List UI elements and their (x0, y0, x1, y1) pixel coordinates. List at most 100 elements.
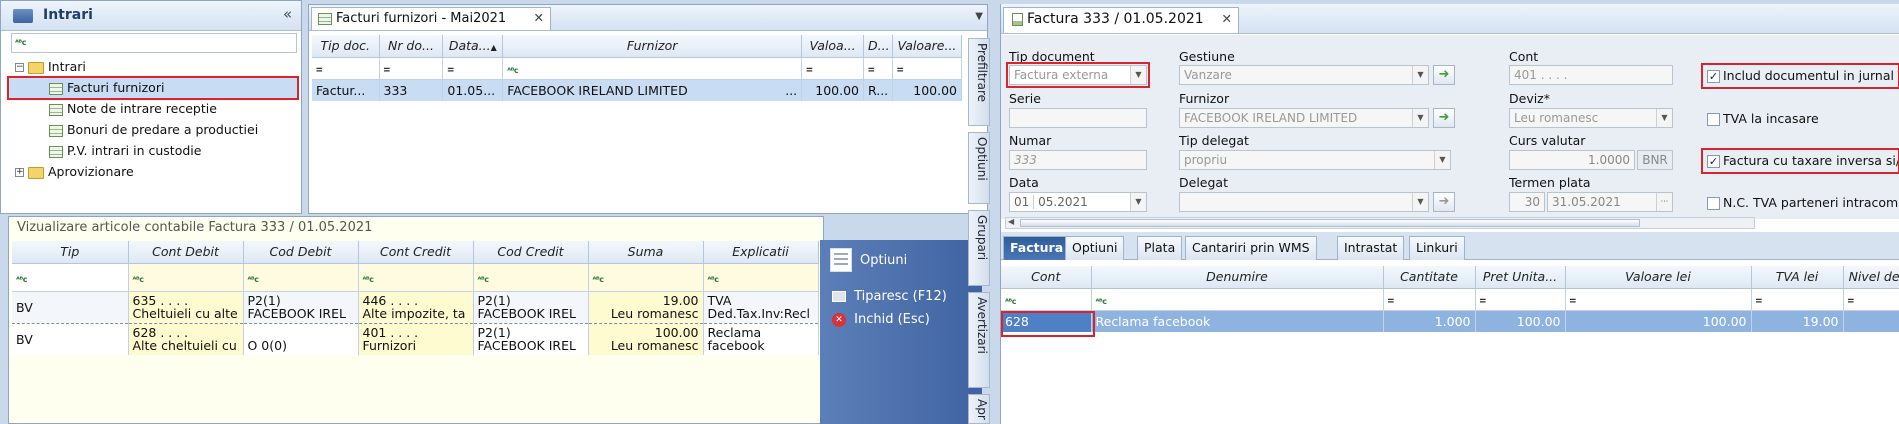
tab-cantariri[interactable]: Cantariri prin WMS (1185, 236, 1317, 260)
filter-cell[interactable]: ᴬᴮc (588, 263, 704, 292)
filter-cell[interactable]: ᴬᴮc (703, 263, 819, 292)
filter-cell[interactable]: ᴬᴮc (128, 263, 244, 292)
filter-cell[interactable]: = (442, 57, 504, 80)
deviz-select[interactable]: Leu romanesc ▼ (1509, 108, 1673, 128)
collapse-node-icon[interactable]: − (15, 63, 24, 72)
table-row[interactable]: 628 Reclama facebook 1.000 100.00 100.00… (1001, 310, 1899, 332)
col-furnizor[interactable]: Furnizor (502, 35, 803, 58)
col-valoare[interactable]: Valoa... (801, 35, 864, 58)
tree-item-pv-custodie[interactable]: P.V. intrari in custodie (49, 141, 201, 161)
filter-cell[interactable]: = (1475, 288, 1566, 311)
filter-cell[interactable]: = (1565, 288, 1752, 311)
filter-cell[interactable]: ᴬᴮc (502, 57, 803, 80)
options-button[interactable]: Optiuni (830, 248, 978, 278)
tree-item-note-intrare[interactable]: Note de intrare receptie (49, 99, 217, 119)
ellipsis-icon[interactable]: ··· (1656, 193, 1672, 211)
filter-cell[interactable]: ᴬᴮc (12, 263, 129, 292)
table-row[interactable]: BV 628 . . . . Alte cheltuieli cu O 0(0) … (12, 323, 819, 355)
scroll-left-icon[interactable]: ◀ (1008, 217, 1014, 226)
col-explicatii[interactable]: Explicatii (703, 241, 819, 264)
gestiune-select[interactable]: Vanzare ▼ (1179, 65, 1429, 85)
tab-factura-details[interactable]: Factura (1003, 236, 1071, 260)
tab-plata[interactable]: Plata (1137, 236, 1183, 260)
col-valoare-2[interactable]: Valoare... (892, 35, 963, 58)
curs-valutar-field[interactable]: 1.0000 (1509, 150, 1635, 170)
data-field[interactable]: 01 05.2021 ▼ (1009, 192, 1147, 212)
filter-cell[interactable]: = (863, 57, 893, 80)
gestiune-go-button[interactable]: ➜ (1433, 65, 1455, 85)
filter-cell[interactable]: = (1751, 288, 1844, 311)
tab-facturi-furnizori[interactable]: Facturi furnizori - Mai2021 ✕ (311, 7, 551, 30)
tab-menu-chevron-icon[interactable]: ▼ (975, 11, 983, 22)
filter-cell[interactable]: ᴬᴮc (1091, 288, 1384, 311)
furnizor-select[interactable]: FACEBOOK IRELAND LIMITED ▼ (1179, 108, 1429, 128)
tab-linkuri[interactable]: Linkuri (1409, 236, 1465, 260)
tip-delegat-select[interactable]: propriu ▼ (1179, 150, 1451, 170)
col-cod-credit[interactable]: Cod Credit (473, 241, 589, 264)
side-tab-grupari[interactable]: Grupari (968, 210, 990, 286)
tree-item-intrari[interactable]: − Intrari (15, 57, 86, 77)
termen-date-field[interactable]: 31.05.2021 ··· (1547, 192, 1673, 212)
checkbox-nc-tva[interactable] (1707, 197, 1720, 210)
tree-item-aprovizionare[interactable]: + Aprovizionare (15, 162, 134, 182)
col-cont-debit[interactable]: Cont Debit (128, 241, 244, 264)
filter-cell[interactable]: ᴬᴮc (243, 263, 359, 292)
table-row[interactable]: BV 635 . . . . Cheltuieli cu alte P2(1) FA… (12, 291, 819, 323)
close-icon[interactable]: ✕ (534, 10, 544, 25)
side-tab-prefiltrare[interactable]: Prefiltrare (968, 38, 990, 126)
close-button[interactable]: ✕ Inchid (Esc) (832, 312, 930, 327)
col-d[interactable]: D... (863, 35, 893, 58)
furnizor-go-button[interactable]: ➜ (1433, 108, 1455, 128)
col-pret-unitar[interactable]: Pret Unita... (1475, 266, 1566, 289)
tab-intrastat[interactable]: Intrastat (1337, 236, 1405, 260)
tree-filter-input[interactable]: ᴬᴮc (11, 33, 297, 53)
filter-cell[interactable]: = (379, 57, 444, 80)
filter-cell[interactable]: = (1843, 288, 1899, 311)
checkbox-tva-incasare[interactable] (1707, 113, 1720, 126)
col-tip[interactable]: Tip (12, 241, 129, 264)
horizontal-scrollbar[interactable]: ◀ (1005, 217, 1755, 229)
checkbox-includ-jurnal[interactable]: ✓ (1707, 70, 1720, 83)
tip-document-select[interactable]: Factura externa ▼ (1009, 65, 1147, 85)
filter-cell[interactable]: = (801, 57, 864, 80)
side-tab-apr[interactable]: Apr (968, 394, 990, 424)
col-cont[interactable]: Cont (1001, 266, 1092, 289)
col-tva-lei[interactable]: TVA lei (1751, 266, 1844, 289)
tab-optiuni[interactable]: Optiuni (1065, 236, 1125, 260)
delegat-select[interactable]: ▼ (1179, 192, 1429, 212)
side-tab-optiuni[interactable]: Optiuni (968, 132, 990, 204)
collapse-icon[interactable]: « (283, 5, 292, 23)
termen-days-field[interactable]: 30 (1509, 192, 1545, 212)
expand-node-icon[interactable]: + (15, 168, 24, 177)
delegat-go-button[interactable]: ➜ (1433, 192, 1455, 212)
filter-cell[interactable]: = (1383, 288, 1476, 311)
col-nr-doc[interactable]: Nr do... (379, 35, 444, 58)
ellipsis-icon[interactable]: ... (785, 83, 797, 98)
col-cod-debit[interactable]: Cod Debit (243, 241, 359, 264)
col-cantitate[interactable]: Cantitate (1383, 266, 1476, 289)
scroll-thumb[interactable] (1020, 219, 1640, 227)
table-row[interactable]: Factur... 333 01.05... FACEBOOK IRELAND … (312, 79, 963, 101)
tree-item-facturi-furnizori[interactable]: Facturi furnizori (9, 78, 299, 98)
print-button[interactable]: Tiparesc (F12) (832, 289, 947, 304)
close-icon[interactable]: ✕ (1222, 11, 1232, 26)
curs-source-button[interactable]: BNR (1637, 150, 1673, 170)
checkbox-taxare-inversa[interactable]: ✓ (1707, 155, 1720, 168)
side-tab-avertizari[interactable]: Avertizari (968, 292, 990, 388)
chevron-down-icon[interactable]: ▼ (1130, 193, 1146, 211)
serie-field[interactable] (1009, 108, 1147, 128)
filter-cell[interactable]: = (892, 57, 963, 80)
col-denumire[interactable]: Denumire (1091, 266, 1384, 289)
filter-cell[interactable]: ᴬᴮc (1001, 288, 1092, 311)
tree-item-bonuri-predare[interactable]: Bonuri de predare a productiei (49, 120, 258, 140)
col-data[interactable]: Data...▲ (442, 35, 504, 58)
filter-cell[interactable]: = (312, 57, 380, 80)
numar-field[interactable]: 333 (1009, 150, 1147, 170)
col-tip-doc[interactable]: Tip doc. (312, 35, 380, 58)
col-cont-credit[interactable]: Cont Credit (358, 241, 474, 264)
filter-cell[interactable]: ᴬᴮc (473, 263, 589, 292)
cont-field[interactable]: 401 . . . . (1509, 65, 1673, 85)
col-suma[interactable]: Suma (588, 241, 704, 264)
col-nivel-deducere[interactable]: Nivel dedu (1843, 266, 1899, 289)
tab-factura[interactable]: Factura 333 / 01.05.2021 ✕ (1003, 7, 1239, 33)
